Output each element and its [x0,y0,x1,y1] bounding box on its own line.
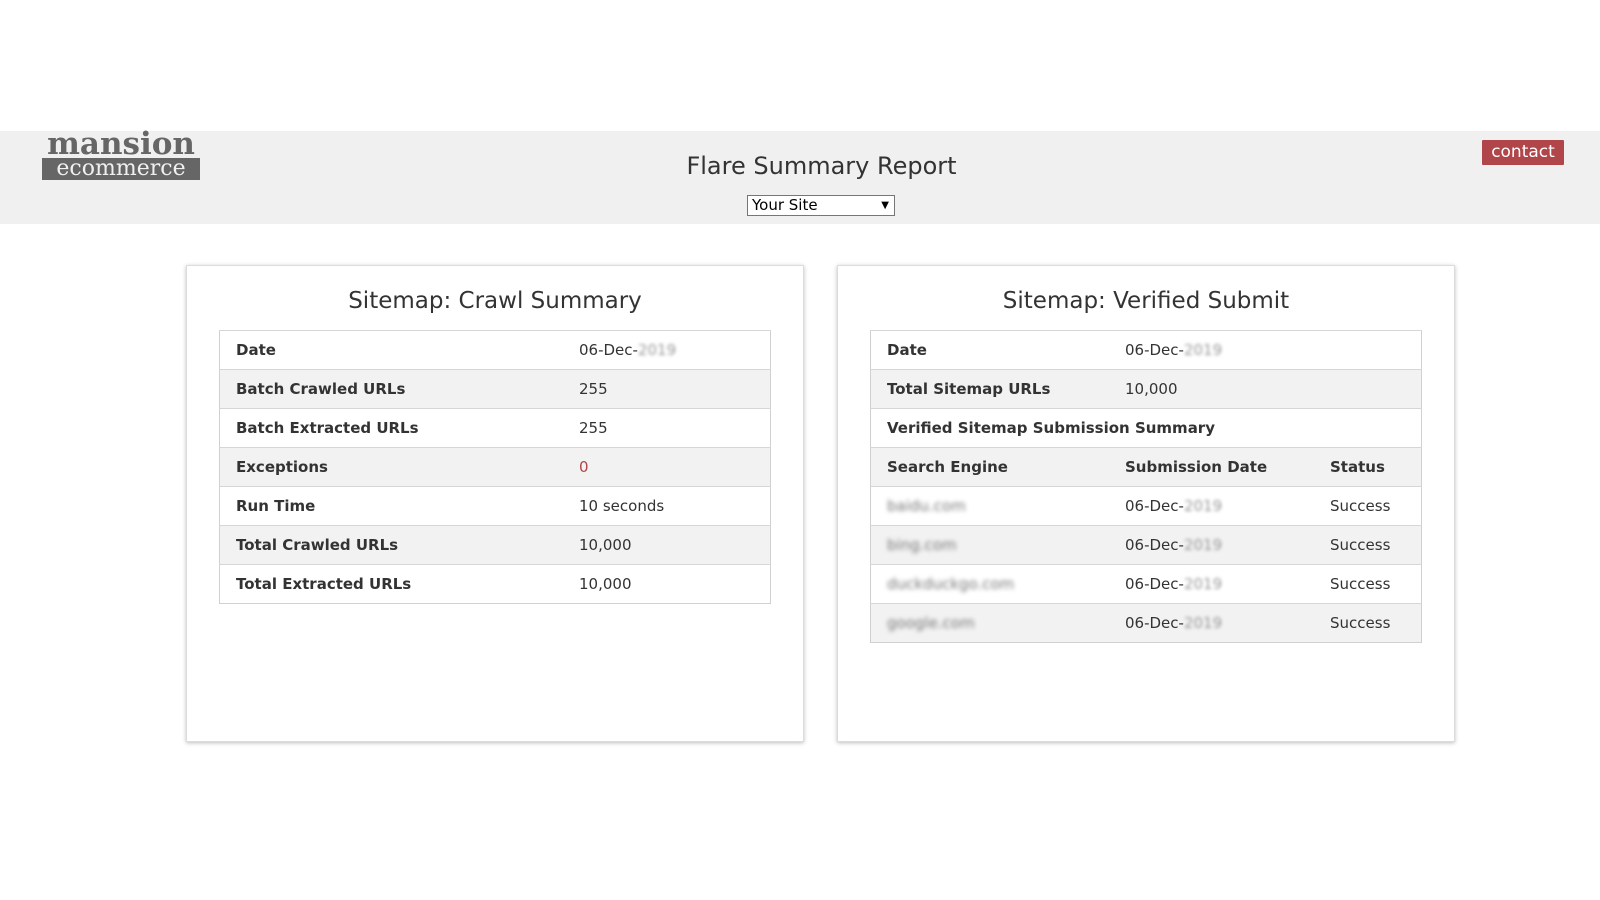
row-value: 06-Dec-2019 [1109,330,1314,370]
date-text: 06-Dec- [1125,575,1184,593]
row-label: Batch Extracted URLs [219,408,563,448]
table-row: Verified Sitemap Submission Summary [870,408,1422,448]
date-text: 06-Dec- [1125,614,1184,632]
row-value: 10 seconds [563,486,771,526]
site-select-value: Your Site [752,196,818,214]
engine-cell: google.com [870,603,1109,643]
date-text: 06-Dec- [579,341,638,359]
row-value: 255 [563,408,771,448]
row-value: 10,000 [563,525,771,565]
blurred-engine: google.com [887,614,975,632]
blurred-year: 2019 [637,341,677,359]
date-cell: 06-Dec-2019 [1109,603,1314,643]
row-label: Date [219,330,563,370]
date-cell: 06-Dec-2019 [1109,486,1314,526]
row-value: 06-Dec-2019 [563,330,771,370]
date-cell: 06-Dec-2019 [1109,564,1314,604]
row-label: Exceptions [219,447,563,487]
blurred-year: 2019 [1183,614,1223,632]
table-row: Run Time 10 seconds [219,486,771,526]
dropdown-arrow-icon: ▼ [881,200,889,211]
empty-cell [1314,330,1422,370]
verified-submit-card: Sitemap: Verified Submit Date 06-Dec-201… [837,265,1455,742]
row-label: Total Crawled URLs [219,525,563,565]
status-cell: Success [1314,564,1422,604]
column-header-status: Status [1314,447,1422,487]
row-value: 10,000 [563,564,771,604]
row-label: Run Time [219,486,563,526]
table-row: Date 06-Dec-2019 [219,330,771,370]
status-cell: Success [1314,486,1422,526]
table-header-row: Search Engine Submission Date Status [870,447,1422,487]
crawl-summary-card: Sitemap: Crawl Summary Date 06-Dec-2019 … [186,265,804,742]
blurred-engine: duckduckgo.com [887,575,1015,593]
verified-submit-title: Sitemap: Verified Submit [1002,288,1290,314]
blurred-year: 2019 [1183,341,1223,359]
blurred-year: 2019 [1183,536,1223,554]
row-value: 255 [563,369,771,409]
table-row: Batch Extracted URLs 255 [219,408,771,448]
date-text: 06-Dec- [1125,341,1184,359]
empty-cell [1314,369,1422,409]
exceptions-value: 0 [563,447,771,487]
date-cell: 06-Dec-2019 [1109,525,1314,565]
table-row: Total Crawled URLs 10,000 [219,525,771,565]
table-row: bing.com 06-Dec-2019 Success [870,525,1422,565]
status-cell: Success [1314,525,1422,565]
column-header-engine: Search Engine [870,447,1109,487]
status-cell: Success [1314,603,1422,643]
row-label: Total Sitemap URLs [870,369,1109,409]
table-row: Total Sitemap URLs 10,000 [870,369,1422,409]
row-label: Batch Crawled URLs [219,369,563,409]
blurred-engine: bing.com [887,536,957,554]
engine-cell: duckduckgo.com [870,564,1109,604]
section-heading: Verified Sitemap Submission Summary [870,408,1422,448]
date-text: 06-Dec- [1125,536,1184,554]
crawl-summary-table: Date 06-Dec-2019 Batch Crawled URLs 255 … [219,330,771,604]
column-header-date: Submission Date [1109,447,1314,487]
table-row: Total Extracted URLs 10,000 [219,564,771,604]
contact-button[interactable]: contact [1482,140,1564,165]
row-label: Total Extracted URLs [219,564,563,604]
table-row: Batch Crawled URLs 255 [219,369,771,409]
table-row: Date 06-Dec-2019 [870,330,1422,370]
blurred-engine: baidu.com [887,497,966,515]
crawl-summary-title: Sitemap: Crawl Summary [348,288,642,314]
engine-cell: baidu.com [870,486,1109,526]
table-row: baidu.com 06-Dec-2019 Success [870,486,1422,526]
site-select[interactable]: Your Site ▼ [747,195,895,216]
table-row: duckduckgo.com 06-Dec-2019 Success [870,564,1422,604]
table-row: google.com 06-Dec-2019 Success [870,603,1422,643]
table-row: Exceptions 0 [219,447,771,487]
verified-submit-table: Date 06-Dec-2019 Total Sitemap URLs 10,0… [870,330,1422,643]
blurred-year: 2019 [1183,575,1223,593]
row-value: 10,000 [1109,369,1314,409]
page-title: Flare Summary Report [686,152,957,180]
date-text: 06-Dec- [1125,497,1184,515]
row-label: Date [870,330,1109,370]
blurred-year: 2019 [1183,497,1223,515]
engine-cell: bing.com [870,525,1109,565]
